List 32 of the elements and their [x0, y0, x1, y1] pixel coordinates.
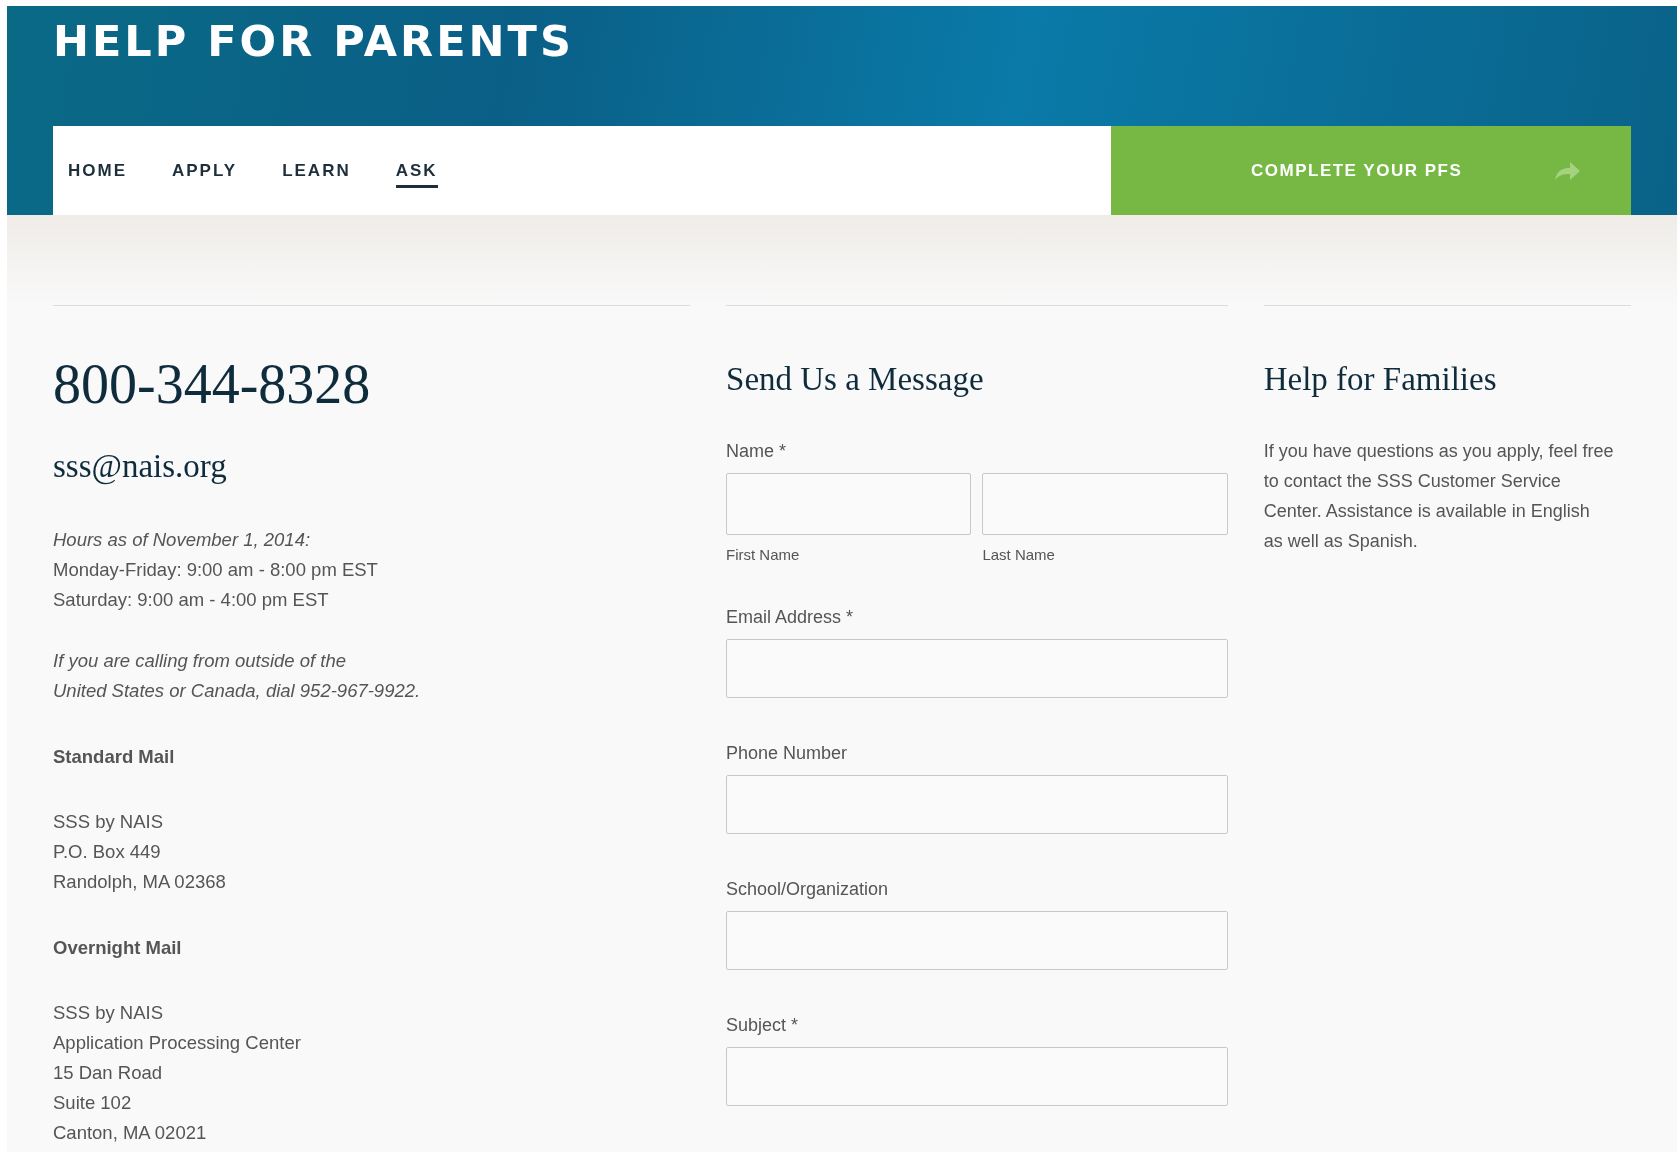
field-label: Name *	[726, 442, 788, 460]
mail-address: SSS by NAIS Application Processing Center 15 Dan Road Suite 102 Canton, MA 02021	[53, 1001, 302, 1145]
page-title: HELP FOR PARENTS	[53, 15, 575, 68]
text-input[interactable]	[726, 639, 1228, 698]
phone-number: 800-344-8328	[53, 356, 372, 412]
mail-address: SSS by NAIS P.O. Box 449 Randolph, MA 02368	[53, 810, 227, 894]
nav-link[interactable]: APPLY	[172, 162, 238, 188]
mail-heading: Overnight Mail	[53, 936, 183, 960]
field-label: Phone Number	[726, 744, 849, 762]
field-label: Subject *	[726, 1016, 800, 1034]
text-input[interactable]	[726, 911, 1228, 970]
field-hint: Last Name	[982, 547, 1056, 562]
field-label: Email Address *	[726, 608, 855, 626]
help-text: If you have questions as you apply, feel free to contact the SSS Customer Service Center. Assistance is available in English as well as Spanish.	[1263, 440, 1614, 553]
form-title: Send Us a Message	[726, 363, 985, 396]
nav-link[interactable]: LEARN	[282, 162, 351, 188]
nav-link[interactable]: ASK	[395, 162, 438, 188]
text-input[interactable]	[726, 1047, 1228, 1106]
mail-heading: Standard Mail	[53, 745, 176, 769]
hours-line: Saturday: 9:00 am - 4:00 pm EST	[53, 588, 330, 612]
field-hint: First Name	[726, 547, 801, 562]
text-input[interactable]	[726, 473, 972, 535]
hours-line: Hours as of November 1, 2014:	[53, 528, 312, 552]
text-input[interactable]	[726, 775, 1228, 834]
email-address: sss@nais.org	[53, 450, 228, 483]
text-input[interactable]	[982, 473, 1228, 535]
field-label: School/Organization	[726, 880, 890, 898]
arrow-icon	[1553, 159, 1581, 182]
hours-line: Monday-Friday: 9:00 am - 8:00 pm EST	[53, 558, 379, 582]
international-note: If you are calling from outside of the United States or Canada, dial 952-967-9922.	[53, 649, 422, 703]
help-title: Help for Families	[1263, 363, 1498, 396]
nav-link[interactable]: HOME	[68, 162, 127, 188]
